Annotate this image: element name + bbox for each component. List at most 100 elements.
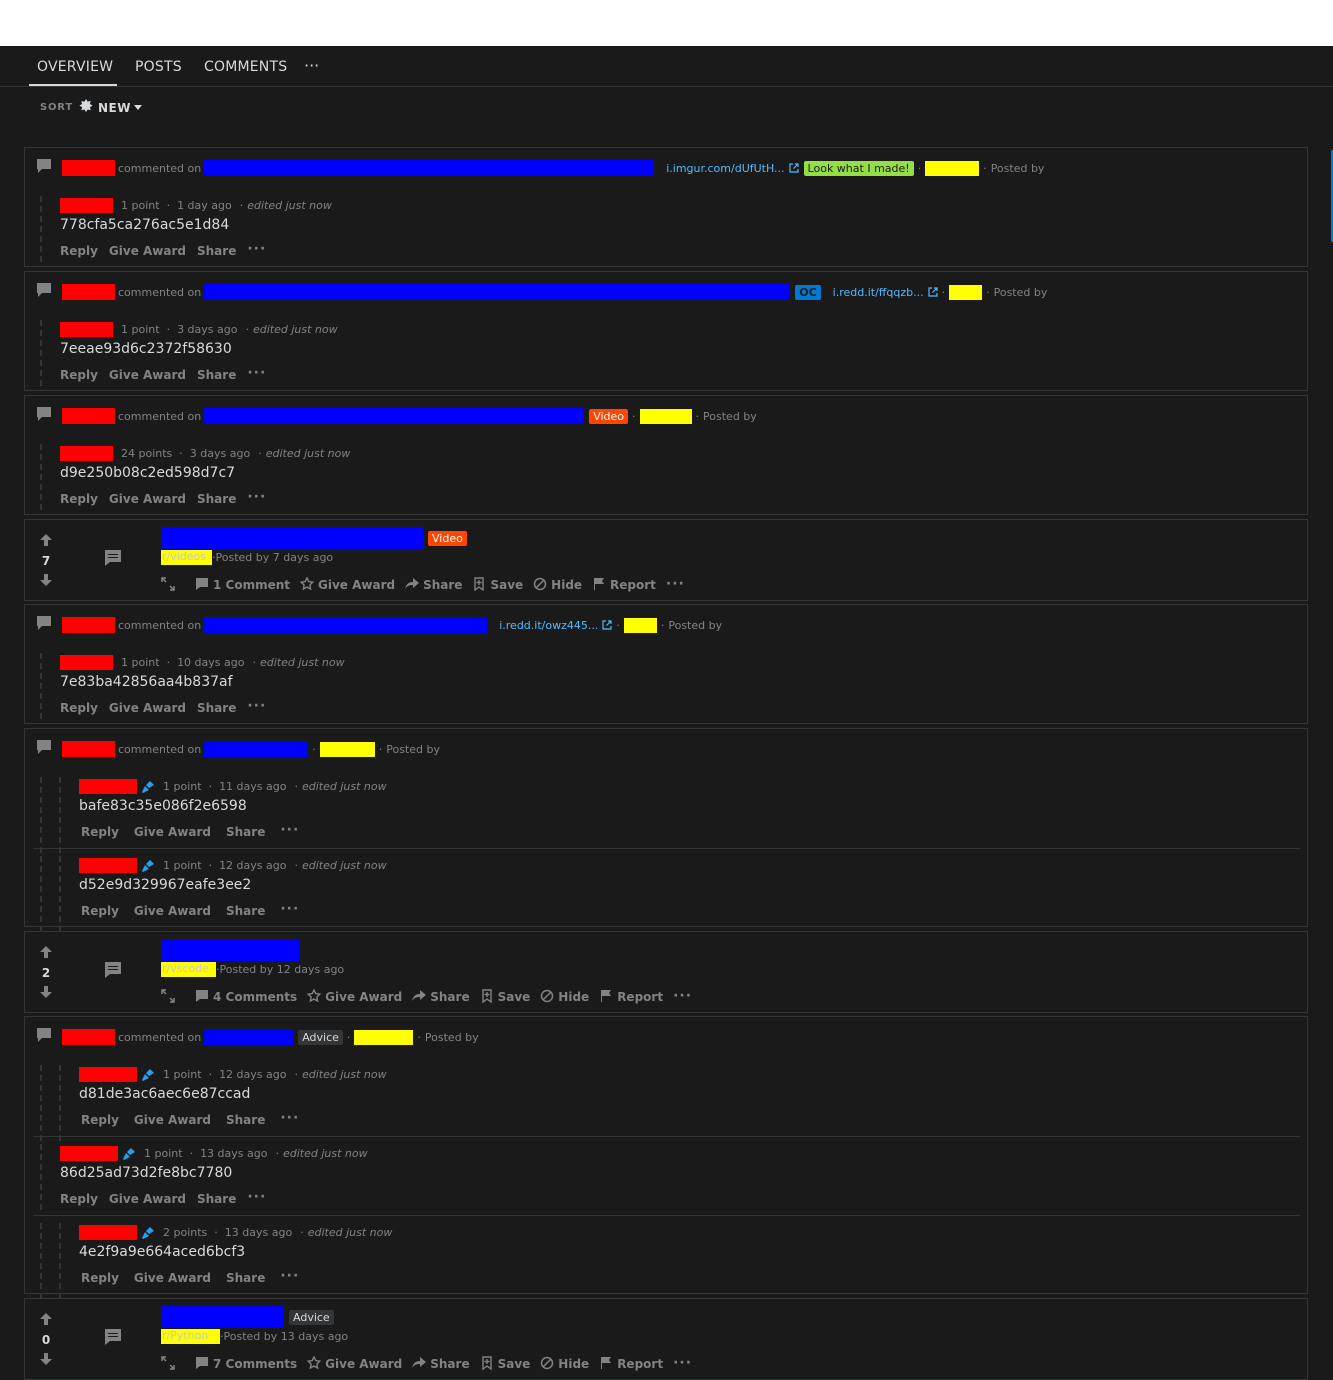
share-button[interactable]: Share [412,989,470,1004]
share-button[interactable]: Share [197,244,236,258]
comment-author-link[interactable] [62,284,115,300]
thread-line[interactable] [40,1065,42,1141]
comment-username[interactable] [79,779,137,794]
downvote-arrow-icon[interactable] [40,574,52,586]
more-options-button[interactable]: ··· [280,901,299,917]
subreddit-link[interactable]: r/videos [161,550,212,565]
post-card[interactable]: 2 r/vscode · Posted by 12 days ago 4 Comme… [24,931,1308,1013]
subreddit-link[interactable]: r/vscode [161,962,216,977]
post-title-link[interactable] [161,939,300,961]
give-award-button[interactable]: Give Award [109,701,186,715]
share-button[interactable]: Share [226,1271,265,1285]
more-options-button[interactable]: ··· [280,1110,299,1126]
comment-username[interactable] [60,198,113,213]
comment-card[interactable]: commented on Advice · · Posted by 1 point · 12 … [24,1016,1308,1299]
comment-author-link[interactable] [62,408,115,424]
give-award-button[interactable]: Give Award [109,368,186,382]
share-button[interactable]: Share [197,701,236,715]
external-link[interactable]: i.imgur.com/dUfUtH... [666,162,784,175]
subreddit-link[interactable] [319,741,375,757]
comment-username[interactable] [60,446,113,461]
comment-username[interactable] [60,322,113,337]
report-button[interactable]: Report [599,1356,663,1371]
comments-button[interactable]: 4 Comments [195,989,297,1004]
expand-icon[interactable] [161,577,179,591]
thread-line[interactable] [40,196,42,262]
downvote-arrow-icon[interactable] [40,986,52,998]
post-title-link[interactable] [161,527,423,549]
give-award-button[interactable]: Give Award [306,987,402,1004]
give-award-button[interactable]: Give Award [109,492,186,506]
reply-button[interactable]: Reply [81,1113,119,1127]
comment-card[interactable]: commented on · · Posted by 1 point · 11 days a… [24,728,1308,932]
reply-button[interactable]: Reply [60,492,98,506]
share-button[interactable]: Share [405,577,462,592]
share-button[interactable]: Share [412,1356,470,1371]
save-button[interactable]: Save [472,576,523,592]
expand-icon[interactable] [161,1356,179,1370]
reply-button[interactable]: Reply [81,1271,119,1285]
share-button[interactable]: Share [197,492,236,506]
save-button[interactable]: Save [480,988,530,1004]
save-button[interactable]: Save [480,1355,530,1371]
post-title-link[interactable] [204,284,791,300]
expand-icon[interactable] [161,989,179,1003]
thread-line[interactable] [40,444,42,510]
downvote-arrow-icon[interactable] [40,1353,52,1365]
thread-line[interactable] [40,653,42,719]
external-link[interactable]: i.redd.it/ffqqzb... [833,286,924,299]
reply-button[interactable]: Reply [60,368,98,382]
reply-button[interactable]: Reply [60,1192,98,1206]
tabs-more-button[interactable]: ··· [304,56,319,75]
thread-line[interactable] [40,1144,42,1210]
subreddit-link[interactable] [925,160,980,176]
external-link[interactable]: i.redd.it/owz445... [499,619,598,632]
give-award-button[interactable]: Give Award [134,825,211,839]
comment-username[interactable] [60,1146,118,1161]
reply-button[interactable]: Reply [60,244,98,258]
comment-card[interactable]: commented on i.imgur.com/dUfUtH... Look wh… [24,147,1308,267]
subreddit-link[interactable] [639,408,692,424]
comment-username[interactable] [79,858,137,873]
give-award-button[interactable]: Give Award [134,1113,211,1127]
comment-author-link[interactable] [62,1029,115,1045]
comment-username[interactable] [60,655,113,670]
more-options-button[interactable]: ··· [247,489,266,505]
more-options-button[interactable]: ··· [280,822,299,838]
post-title-link[interactable] [204,1029,294,1045]
comment-card[interactable]: commented on OC i.redd.it/ffqqzb... · · Poste… [24,271,1308,391]
chevron-down-icon[interactable] [134,105,142,110]
thread-line[interactable] [59,777,61,853]
more-options-button[interactable]: ··· [666,576,685,592]
thread-line[interactable] [59,856,61,932]
more-options-button[interactable]: ··· [280,1268,299,1284]
subreddit-link[interactable] [623,617,657,633]
post-card[interactable]: 0 Advice r/Python · Posted by 13 days ago 7… [24,1298,1308,1380]
thread-line[interactable] [40,320,42,386]
thread-line[interactable] [59,1223,61,1299]
thread-line[interactable] [40,777,42,853]
hide-button[interactable]: Hide [540,1356,589,1371]
subreddit-link[interactable] [949,284,983,300]
post-title-link[interactable] [161,1306,284,1328]
give-award-button[interactable]: Give Award [299,575,395,592]
more-options-button[interactable]: ··· [247,698,266,714]
comment-username[interactable] [79,1067,137,1082]
give-award-button[interactable]: Give Award [134,904,211,918]
give-award-button[interactable]: Give Award [134,1271,211,1285]
thread-line[interactable] [40,856,42,932]
comment-author-link[interactable] [62,617,115,633]
comment-author-link[interactable] [62,741,115,757]
give-award-button[interactable]: Give Award [306,1354,402,1371]
upvote-arrow-icon[interactable] [40,1313,52,1325]
post-title-link[interactable] [204,408,585,424]
subreddit-link[interactable] [354,1029,414,1045]
more-options-button[interactable]: ··· [247,1189,266,1205]
report-button[interactable]: Report [592,577,656,592]
comments-button[interactable]: 1 Comment [195,577,290,592]
share-button[interactable]: Share [226,825,265,839]
reply-button[interactable]: Reply [60,701,98,715]
comment-card[interactable]: commented on Video · · Posted by 24 points · 3 … [24,395,1308,515]
hide-button[interactable]: Hide [540,989,589,1004]
reply-button[interactable]: Reply [81,825,119,839]
